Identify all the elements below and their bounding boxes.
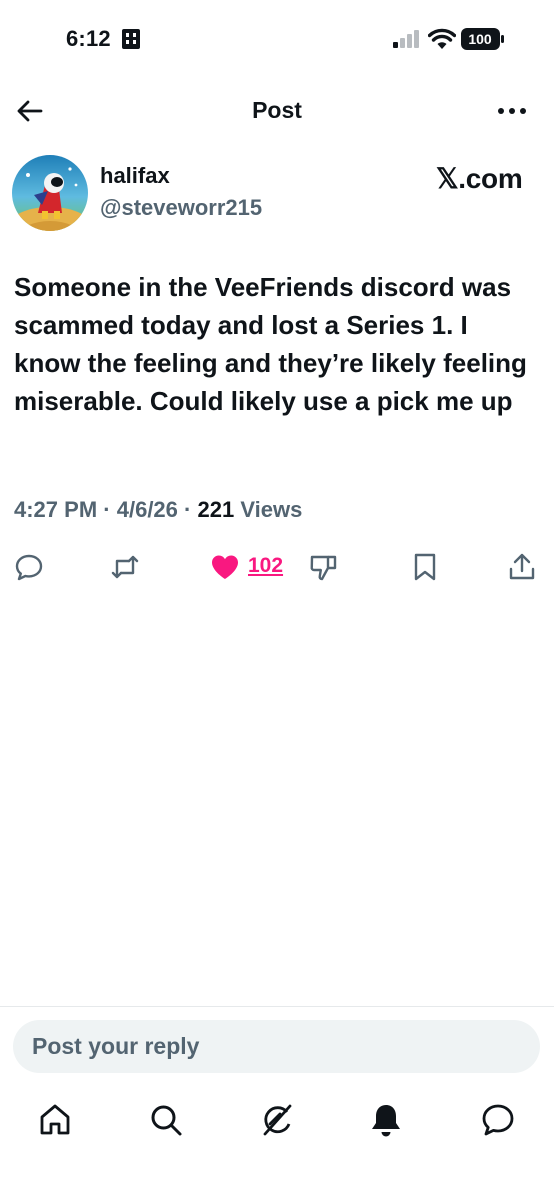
battery-level: 100 bbox=[468, 31, 492, 47]
views-count: 221 bbox=[197, 497, 235, 522]
composer-divider bbox=[0, 1006, 554, 1007]
cellular-signal-icon bbox=[393, 30, 419, 48]
avatar-image bbox=[12, 155, 88, 231]
dislike-icon[interactable] bbox=[308, 552, 338, 582]
home-icon[interactable] bbox=[37, 1102, 73, 1138]
meta-separator: · bbox=[103, 497, 111, 522]
views-label: Views bbox=[240, 497, 303, 522]
messages-icon[interactable] bbox=[480, 1102, 516, 1138]
post-date[interactable]: 4/6/26 bbox=[117, 497, 178, 522]
share-icon[interactable] bbox=[507, 552, 537, 582]
notifications-icon[interactable] bbox=[368, 1102, 404, 1138]
reply-icon[interactable] bbox=[14, 552, 44, 582]
grok-icon[interactable] bbox=[259, 1102, 295, 1138]
more-icon[interactable] bbox=[496, 101, 528, 121]
post-time[interactable]: 4:27 PM bbox=[14, 497, 97, 522]
heart-icon[interactable] bbox=[210, 552, 240, 582]
like-count[interactable]: 102 bbox=[248, 554, 283, 578]
page-title: Post bbox=[252, 97, 302, 123]
bookmark-icon[interactable] bbox=[410, 552, 440, 582]
wifi-icon bbox=[428, 28, 456, 49]
avatar[interactable] bbox=[12, 155, 88, 231]
sim-card-icon bbox=[122, 29, 140, 49]
retweet-icon[interactable] bbox=[110, 552, 140, 582]
source-label: 𝕏.com bbox=[436, 163, 523, 194]
post-meta: 4:27 PM · 4/6/26 · 221 Views bbox=[14, 497, 302, 523]
author-handle[interactable]: @steveworr215 bbox=[100, 195, 262, 221]
search-icon[interactable] bbox=[148, 1102, 184, 1138]
author-name[interactable]: halifax bbox=[100, 163, 170, 189]
post-text: Someone in the VeeFriends discord was sc… bbox=[14, 272, 527, 416]
reply-placeholder: Post your reply bbox=[32, 1033, 200, 1059]
meta-separator: · bbox=[184, 497, 192, 522]
status-time: 6:12 bbox=[66, 26, 111, 51]
